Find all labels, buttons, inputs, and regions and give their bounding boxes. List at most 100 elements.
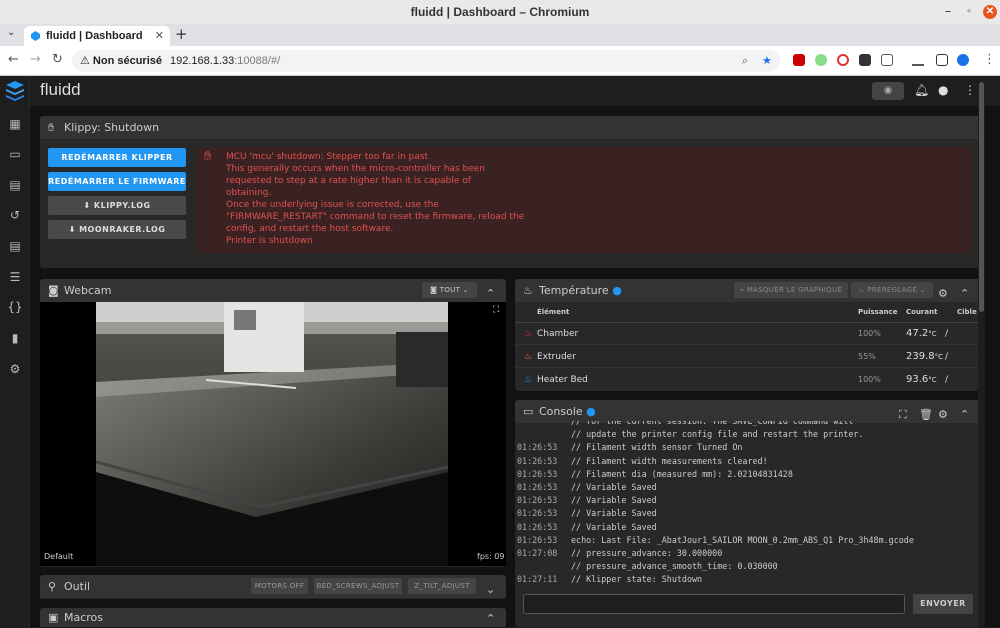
maximize-icon[interactable]: ▫ [962, 5, 976, 19]
console-timestamp: 01:27:11 [517, 574, 558, 585]
url-field[interactable]: ⚠ Non sécurisé 192.168.1.33:10088/#/ ⌕ ★ [72, 50, 780, 72]
reload-icon[interactable]: ↻ [52, 52, 63, 67]
browser-menu-icon[interactable]: ⋮ [983, 52, 996, 67]
console-timestamp: 01:26:53 [517, 508, 558, 519]
console-line: 01:26:53 // Filament width sensor Turned … [517, 441, 742, 454]
heater-name: Heater Bed [537, 375, 588, 385]
account-icon[interactable]: ● [938, 83, 948, 97]
zoom-icon[interactable]: ⌕ [742, 50, 748, 72]
outil-title: Outil [64, 580, 91, 593]
console-output[interactable]: // for the current session. The SAVE_CON… [515, 421, 981, 591]
restart-firmware-button[interactable]: REDÉMARRER LE FIRMWARE [48, 172, 186, 191]
system-icon[interactable]: ▮ [7, 330, 23, 346]
webcam-header: ◙ Webcam ◙ TOUT ⌄ ⌃ [40, 279, 506, 302]
help-icon[interactable]: ● [612, 284, 622, 297]
close-window-icon[interactable]: ✕ [983, 5, 997, 19]
outil-card: ⚲ Outil MOTORS OFF BED_SCREWS_ADJUST Z_TI… [40, 575, 506, 599]
labs-flask-icon[interactable] [912, 54, 924, 66]
config-file-icon[interactable]: ▤ [7, 238, 23, 254]
extension-shield-icon[interactable] [793, 54, 805, 66]
heater-target[interactable]: / [945, 369, 948, 391]
emergency-stop-button[interactable]: ◉ [872, 82, 904, 100]
console-header: ▭ Console ● ⛶ 🗑︎ ⚙ ⌃ [515, 400, 981, 423]
window-title: fluidd | Dashboard – Chromium [410, 5, 590, 19]
dashboard-icon[interactable]: ▦ [7, 116, 23, 132]
webcam-view[interactable]: ⛶ Default fps: 09 [40, 302, 506, 566]
console-icon: ▭ [523, 405, 534, 418]
side-panel-icon[interactable] [936, 54, 948, 66]
klippy-log-button[interactable]: ⬇ KLIPPY.LOG [48, 196, 186, 215]
webcam-name: Default [44, 552, 74, 561]
extensions-puzzle-icon[interactable] [881, 54, 893, 66]
scrollbar-thumb[interactable] [979, 82, 984, 312]
console-message: // Variable Saved [571, 521, 657, 532]
close-tab-icon[interactable]: ✕ [155, 26, 164, 46]
fluidd-logo-icon[interactable] [6, 81, 24, 101]
temperature-row[interactable]: ♨ Extruder 55% 239.8°C / [515, 346, 981, 368]
console-message: // update the printer config file and re… [571, 429, 864, 440]
temperature-settings-icon[interactable]: ⚙ [938, 282, 948, 305]
browser-tab[interactable]: fluidd | Dashboard ✕ [24, 26, 170, 46]
bookmark-star-icon[interactable]: ★ [762, 50, 772, 72]
tune-icon[interactable]: ☰ [7, 269, 23, 285]
send-button[interactable]: ENVOYER [913, 594, 973, 614]
notifications-bell-icon[interactable]: 🔔︎ [914, 83, 929, 97]
heater-name: Extruder [537, 352, 576, 362]
shutdown-alert: ✋︎ MCU 'mcu' shutdown: Stepper too far i… [196, 147, 972, 253]
console-message: // Filament width sensor Turned On [571, 442, 743, 453]
temperature-row[interactable]: ♨ Chamber 100% 47.2°C / [515, 323, 981, 345]
new-tab-icon[interactable]: + [175, 25, 188, 43]
heater-power: 100% [858, 375, 881, 384]
col-power: Puissance [858, 308, 898, 316]
extension-play-icon[interactable] [837, 54, 849, 66]
expand-outil-icon[interactable]: ⌄ [486, 578, 495, 601]
heater-target[interactable]: / [945, 346, 948, 368]
console-line: 01:26:53 // Variable Saved [517, 481, 657, 494]
app-brand[interactable]: fluidd [40, 80, 81, 100]
heater-current: 239.8°C [906, 346, 943, 368]
webcam-select[interactable]: ◙ TOUT ⌄ [422, 282, 477, 298]
history-icon[interactable]: ↺ [7, 207, 23, 223]
z-tilt-adjust-button[interactable]: Z_TILT_ADJUST [408, 578, 476, 594]
col-element: Élément [537, 308, 570, 316]
moonraker-log-label: MOONRAKER.LOG [79, 225, 166, 234]
console-card: ▭ Console ● ⛶ 🗑︎ ⚙ ⌃ // for the current s… [515, 400, 981, 627]
tab-search-icon[interactable]: ⌄ [7, 27, 15, 38]
address-bar: ← → ↻ ⚠ Non sécurisé 192.168.1.33:10088/#… [0, 46, 1000, 76]
bed-fire-icon: ♨ [524, 375, 533, 385]
console-icon[interactable]: ▭ [7, 146, 23, 162]
forward-icon[interactable]: → [30, 52, 41, 67]
collapse-temperature-icon[interactable]: ⌃ [960, 282, 969, 305]
console-timestamp: 01:26:53 [517, 534, 558, 545]
current-value: 47.2 [906, 328, 929, 339]
temperature-row[interactable]: ♨ Heater Bed 100% 93.6°C / [515, 369, 981, 391]
temperature-card: ♨ Température ● ⌁ MASQUER LE GRAPHIQUE ♨ … [515, 279, 981, 391]
console-timestamp: 01:26:53 [517, 521, 558, 532]
macros-icon: ▣ [48, 611, 59, 624]
heater-power: 100% [858, 329, 881, 338]
macros-braces-icon[interactable]: {} [7, 299, 23, 315]
warning-icon: ⚠ [80, 55, 93, 67]
heater-target[interactable]: / [945, 323, 948, 345]
restart-klipper-button[interactable]: REDÉMARRER KLIPPER [48, 148, 186, 167]
preset-button[interactable]: ♨ PRÉRÉGLAGE ⌄ [851, 282, 933, 298]
moonraker-log-button[interactable]: ⬇ MOONRAKER.LOG [48, 220, 186, 239]
page-scrollbar[interactable] [978, 76, 985, 627]
collapse-macros-icon[interactable]: ⌃ [486, 609, 495, 628]
extension-s-icon[interactable] [859, 54, 871, 66]
settings-gear-icon[interactable]: ⚙ [7, 361, 23, 377]
minimize-icon[interactable]: – [941, 5, 955, 19]
extension-globe-icon[interactable] [815, 54, 827, 66]
profile-avatar-icon[interactable] [957, 54, 969, 66]
console-command-input[interactable] [523, 594, 905, 614]
app-menu-icon[interactable]: ⋮ [964, 83, 976, 97]
bed-screws-adjust-button[interactable]: BED_SCREWS_ADJUST [314, 578, 402, 594]
back-icon[interactable]: ← [8, 52, 19, 67]
fullscreen-icon[interactable]: ⛶ [493, 305, 499, 315]
console-help-icon[interactable]: ● [586, 405, 596, 418]
console-line: // pressure_advance_smooth_time: 0.03000… [517, 560, 778, 573]
jobs-file-icon[interactable]: ▤ [7, 177, 23, 193]
motors-off-button[interactable]: MOTORS OFF [251, 578, 308, 594]
heater-power: 55% [858, 352, 876, 361]
hide-graph-button[interactable]: ⌁ MASQUER LE GRAPHIQUE [734, 282, 848, 298]
